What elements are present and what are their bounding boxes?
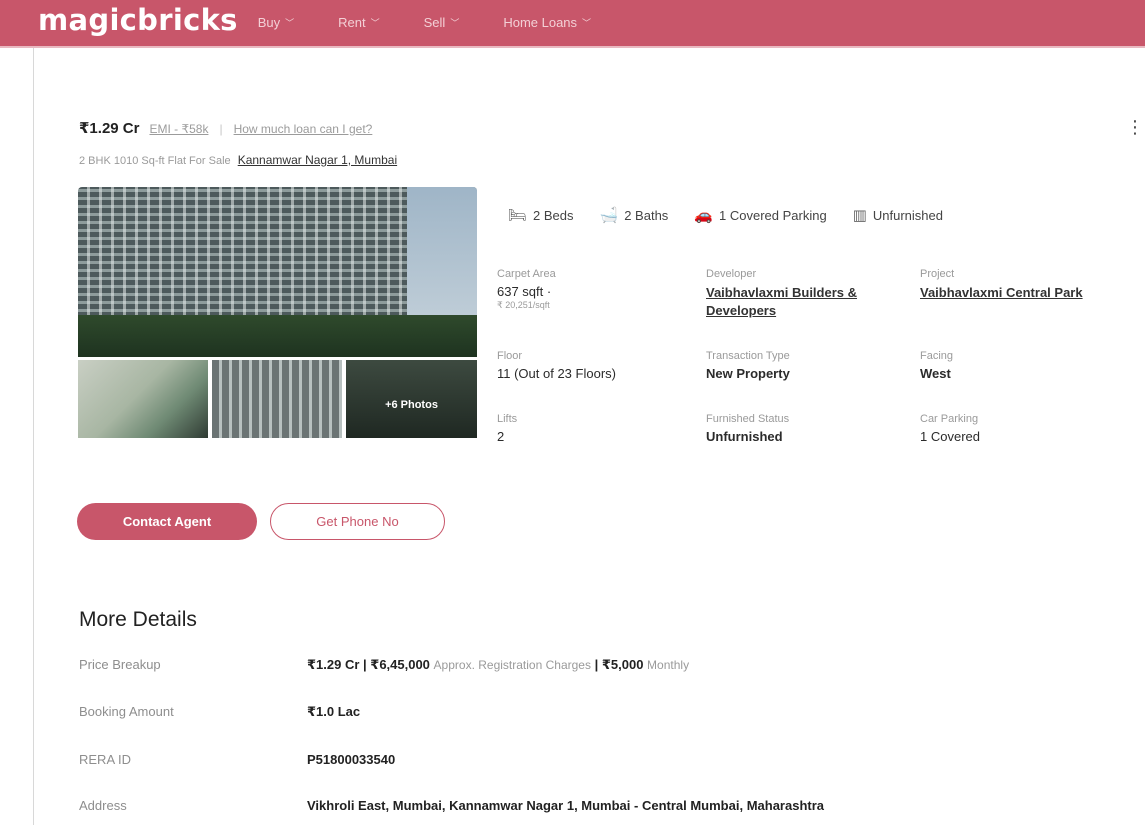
contact-agent-button[interactable]: Contact Agent [77,503,257,540]
nav-sell-label: Sell [423,14,446,30]
bath-icon: 🛁 [599,207,619,224]
car-icon: 🚗 [694,207,713,224]
price-breakup-amount: ₹1.29 Cr | ₹6,45,000 [307,657,430,672]
nav-rent[interactable]: Rent ﹀ [338,15,379,30]
address-value: Vikhroli East, Mumbai, Kannamwar Nagar 1… [307,798,824,813]
more-photos-thumbnail[interactable]: +6 Photos [346,360,477,438]
listing-price: ₹1.29 Cr [79,120,140,137]
carpet-area-label: Carpet Area [497,268,556,280]
booking-amount-row: Booking Amount ₹1.0 Lac [79,704,360,720]
amenity-furnishing-label: Unfurnished [872,207,943,223]
chevron-down-icon: ﹀ [370,17,380,28]
car-parking-label: Car Parking [920,413,979,425]
nav-sell[interactable]: Sell ﹀ [424,15,460,30]
page-left-border [33,48,34,825]
rera-id-value: P51800033540 [307,752,396,767]
address-label: Address [79,798,127,813]
price-breakup-value: ₹1.29 Cr | ₹6,45,000 Approx. Registratio… [307,657,689,673]
amenity-furnishing: ▥ Unfurnished [853,206,943,224]
chevron-down-icon: ﹀ [582,17,592,28]
amenity-parking: 🚗 1 Covered Parking [694,206,826,224]
nav-home-loans-label: Home Loans [503,14,578,30]
detail-carpet-area: Carpet Area 637 sqft · ₹ 20,251/sqft [497,268,556,311]
get-phone-button[interactable]: Get Phone No [270,503,445,540]
rera-id-label: RERA ID [79,752,132,767]
transaction-type-value: New Property [706,366,790,381]
listing-subtitle: 2 BHK 1010 Sq-ft Flat For Sale Kannamwar… [79,153,397,167]
photo-thumbnail-living-room[interactable] [78,360,208,438]
floor-value: 11 (Out of 23 Floors) [497,366,616,381]
transaction-type-label: Transaction Type [706,350,790,362]
amenity-beds-label: 2 Beds [533,207,574,223]
facing-label: Facing [920,350,954,362]
address-row: Address Vikhroli East, Mumbai, Kannamwar… [79,798,824,813]
project-label: Project [920,268,955,280]
carpet-area-value[interactable]: 637 sqft · [497,284,556,299]
photo-trees [78,315,477,357]
price-row: ₹1.29 Cr EMI - ₹58k | How much loan can … [79,119,372,137]
amenity-parking-label: 1 Covered Parking [719,207,827,223]
price-per-sqft: ₹ 20,251/sqft [497,300,550,310]
registration-note: Approx. Registration Charges [433,658,591,672]
detail-floor: Floor 11 (Out of 23 Floors) [497,350,616,381]
detail-car-parking: Car Parking 1 Covered [920,413,980,444]
rera-id-row: RERA ID P51800033540 [79,752,395,767]
nav-rent-label: Rent [338,14,366,30]
loan-eligibility-link[interactable]: How much loan can I get? [234,122,373,136]
lifts-value: 2 [497,429,505,444]
bed-icon: 🛏 [508,207,528,224]
site-logo[interactable]: magicbricks [38,3,238,37]
amenity-beds: 🛏 2 Beds [508,206,574,224]
chevron-down-icon: ﹀ [285,17,295,28]
nav-buy[interactable]: Buy ﹀ [258,15,294,30]
detail-facing: Facing West [920,350,953,381]
booking-amount-label: Booking Amount [79,704,174,719]
price-breakup-row: Price Breakup ₹1.29 Cr | ₹6,45,000 Appro… [79,657,689,673]
main-property-photo[interactable] [78,187,477,357]
amenity-baths-label: 2 Baths [624,207,669,223]
project-link[interactable]: Vaibhavlaxmi Central Park [920,284,1100,302]
booking-amount-value: ₹1.0 Lac [307,704,361,719]
furnished-status-label: Furnished Status [706,413,790,425]
detail-transaction-type: Transaction Type New Property [706,350,790,381]
amenity-baths: 🛁 2 Baths [600,206,669,224]
detail-lifts: Lifts 2 [497,413,517,444]
more-photos-count: +6 Photos [385,399,438,411]
car-parking-value: 1 Covered [920,429,980,444]
more-details-heading: More Details [79,608,197,631]
maintenance-amount: ₹5,000 [601,657,644,672]
price-breakup-sep: | [590,657,602,672]
nav-home-loans[interactable]: Home Loans ﹀ [503,15,591,30]
photo-thumbnail-building[interactable] [212,360,342,438]
more-options-icon[interactable]: ⋮ [1126,118,1144,136]
developer-label: Developer [706,268,757,280]
lifts-label: Lifts [497,413,518,425]
maintenance-note: Monthly [647,658,690,672]
facing-value: West [920,366,951,381]
floor-label: Floor [497,350,523,362]
amenities-row: 🛏 2 Beds 🛁 2 Baths 🚗 1 Covered Parking ▥… [508,206,969,224]
price-separator: | [219,122,223,136]
nav-buy-label: Buy [257,14,281,30]
detail-furnished-status: Furnished Status Unfurnished [706,413,789,444]
listing-type: 2 BHK 1010 Sq-ft Flat For Sale [79,155,231,167]
furniture-icon: ▥ [852,207,867,224]
emi-link[interactable]: EMI - ₹58k [149,122,208,136]
detail-project: Project Vaibhavlaxmi Central Park [920,268,1100,302]
price-breakup-label: Price Breakup [79,657,161,672]
developer-link[interactable]: Vaibhavlaxmi Builders & Developers [706,284,906,320]
top-navbar: magicbricks Buy ﹀ Rent ﹀ Sell ﹀ Home Loa… [0,0,1145,46]
chevron-down-icon: ﹀ [450,17,460,28]
main-nav: Buy ﹀ Rent ﹀ Sell ﹀ Home Loans ﹀ [258,15,635,30]
listing-location-link[interactable]: Kannamwar Nagar 1, Mumbai [238,153,397,167]
detail-developer: Developer Vaibhavlaxmi Builders & Develo… [706,268,906,320]
navbar-divider [0,46,1145,48]
furnished-status-value: Unfurnished [706,429,783,444]
